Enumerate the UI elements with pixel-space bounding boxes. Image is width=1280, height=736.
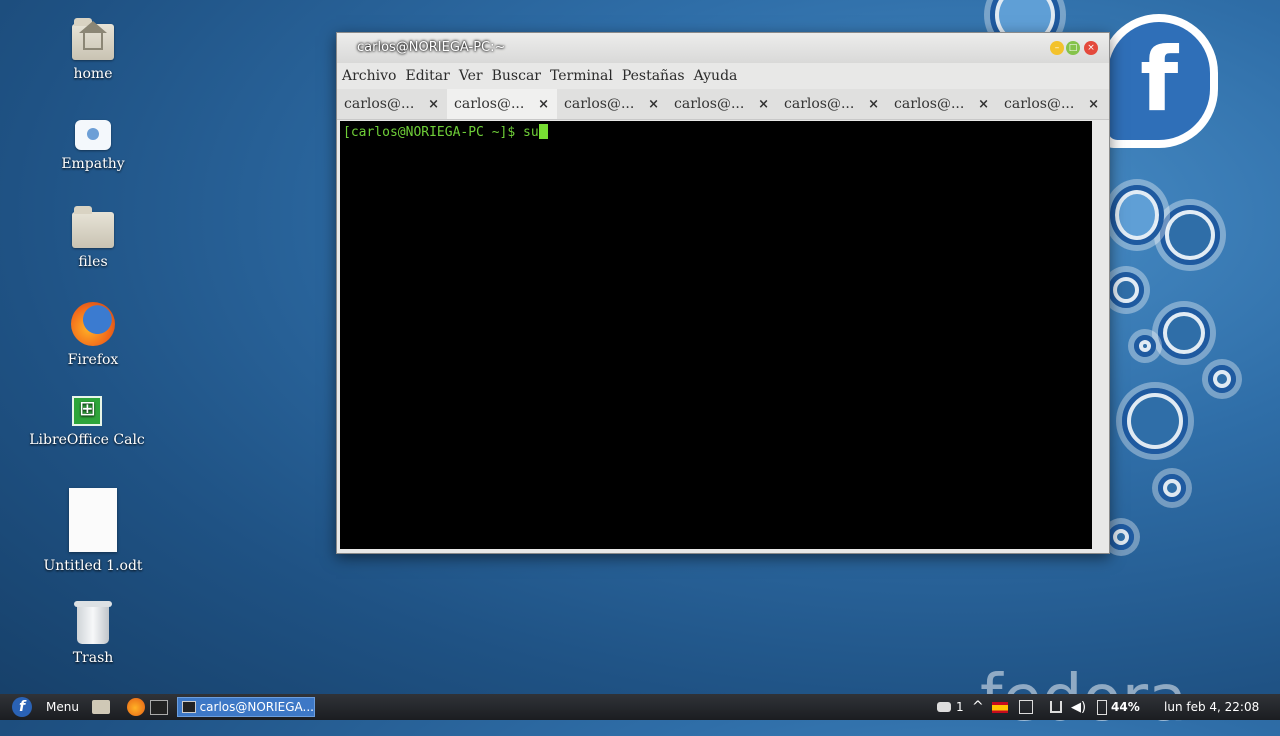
battery-level: 44% xyxy=(1111,700,1140,714)
chevron-up-icon[interactable]: ^ xyxy=(972,698,984,716)
wallpaper-ring xyxy=(1158,307,1210,359)
tab-5[interactable]: carlos@... × xyxy=(777,89,887,119)
tab-close-icon[interactable]: × xyxy=(428,97,439,112)
tab-close-icon[interactable]: × xyxy=(538,97,549,112)
wallpaper-ring xyxy=(1160,205,1220,265)
folder-icon xyxy=(72,206,114,248)
terminal-input: su xyxy=(523,125,539,140)
desktop-icon-label: Empathy xyxy=(61,156,125,172)
desktop-icon-label: Firefox xyxy=(67,352,119,368)
terminal-launcher-icon[interactable] xyxy=(150,697,168,717)
tab-3[interactable]: carlos@... × xyxy=(557,89,667,119)
keyboard-layout-flag-icon[interactable] xyxy=(992,698,1008,716)
desktop-icon-trash[interactable]: Trash xyxy=(28,601,158,666)
desktop-icon-libreoffice-calc[interactable]: LibreOffice Calc xyxy=(22,396,152,448)
desktop-icon-label: home xyxy=(73,66,113,82)
wallpaper-ring xyxy=(1108,524,1134,550)
tab-2[interactable]: carlos@... × xyxy=(447,89,557,119)
taskbar-window-button[interactable]: carlos@NORIEGA... xyxy=(177,697,315,717)
taskbar: f Menu carlos@NORIEGA... 1 ^ ◀) 44% lun … xyxy=(0,694,1280,720)
firefox-launcher-icon[interactable] xyxy=(127,697,145,717)
desktop-icon-label: Untitled 1.odt xyxy=(43,558,143,574)
menu-ver[interactable]: Ver xyxy=(459,68,483,84)
terminal-icon xyxy=(182,701,196,713)
menu-terminal[interactable]: Terminal xyxy=(550,68,613,84)
tab-6[interactable]: carlos@... × xyxy=(887,89,997,119)
document-icon xyxy=(69,488,117,552)
tab-close-icon[interactable]: × xyxy=(758,97,769,112)
tab-close-icon[interactable]: × xyxy=(648,97,659,112)
menu-editar[interactable]: Editar xyxy=(405,68,449,84)
minimize-button[interactable]: – xyxy=(1050,41,1064,55)
menu-button[interactable]: Menu xyxy=(46,697,79,717)
tab-close-icon[interactable]: × xyxy=(978,97,989,112)
trash-icon xyxy=(74,601,112,644)
desktop-icon-label: Trash xyxy=(72,650,114,666)
wallpaper-ring xyxy=(1122,388,1188,454)
terminal-line: [carlos@NORIEGA-PC ~]$ su xyxy=(343,124,548,140)
desktop-icon-label: LibreOffice Calc xyxy=(29,432,145,448)
wallpaper-ring xyxy=(1108,272,1144,308)
tab-close-icon[interactable]: × xyxy=(868,97,879,112)
tab-1[interactable]: carlos@... × xyxy=(337,89,447,119)
close-button[interactable]: × xyxy=(1084,41,1098,55)
tab-label: carlos@... xyxy=(344,96,415,112)
wallpaper-ring xyxy=(1134,335,1156,357)
home-folder-icon xyxy=(72,18,114,60)
terminal-window[interactable]: carlos@NORIEGA-PC:~ – □ × Archivo Editar… xyxy=(336,32,1110,554)
menu-archivo[interactable]: Archivo xyxy=(342,68,396,84)
menu-pestanas[interactable]: Pestañas xyxy=(622,68,685,84)
network-icon[interactable] xyxy=(1050,698,1062,716)
tab-7[interactable]: carlos@... × xyxy=(997,89,1107,119)
desktop-icon-label: files xyxy=(78,254,108,270)
window-title: carlos@NORIEGA-PC:~ xyxy=(357,40,506,55)
terminal-cursor xyxy=(538,124,548,139)
menubar: Archivo Editar Ver Buscar Terminal Pesta… xyxy=(337,63,1109,89)
wallpaper-ring xyxy=(1208,365,1236,393)
empathy-icon xyxy=(75,120,111,150)
terminal-prompt: [carlos@NORIEGA-PC ~]$ xyxy=(343,125,524,140)
task-label: carlos@NORIEGA... xyxy=(199,700,314,714)
firefox-icon xyxy=(71,302,115,346)
desktop-icon-untitled-odt[interactable]: Untitled 1.odt xyxy=(28,488,158,574)
fedora-logo-icon: f xyxy=(1100,14,1218,148)
clock[interactable]: lun feb 4, 22:08 xyxy=(1164,698,1259,716)
notification-count[interactable]: 1 xyxy=(956,698,964,716)
desktop-icon-files[interactable]: files xyxy=(28,206,158,270)
fedora-menu-icon[interactable]: f xyxy=(12,697,32,717)
tab-label: carlos@... xyxy=(674,96,745,112)
wallpaper-ring xyxy=(1110,185,1164,245)
tab-4[interactable]: carlos@... × xyxy=(667,89,777,119)
tab-label: carlos@... xyxy=(784,96,855,112)
terminal-area[interactable]: [carlos@NORIEGA-PC ~]$ su xyxy=(340,121,1092,549)
libreoffice-calc-icon xyxy=(72,396,102,426)
window-titlebar[interactable]: carlos@NORIEGA-PC:~ – □ × xyxy=(337,33,1109,63)
tab-label: carlos@... xyxy=(454,96,525,112)
file-manager-icon[interactable] xyxy=(92,697,110,717)
tab-bar: carlos@... × carlos@... × carlos@... × carl… xyxy=(337,89,1109,120)
terminal-scrollbar[interactable] xyxy=(1094,121,1106,549)
battery-icon[interactable] xyxy=(1097,698,1107,716)
volume-icon[interactable]: ◀) xyxy=(1071,698,1086,716)
tab-label: carlos@... xyxy=(894,96,965,112)
chat-icon[interactable] xyxy=(937,698,951,716)
wallpaper-ring xyxy=(1158,474,1186,502)
menu-ayuda[interactable]: Ayuda xyxy=(694,68,738,84)
tab-label: carlos@... xyxy=(564,96,635,112)
window-list-icon[interactable] xyxy=(1019,698,1033,716)
desktop-icon-empathy[interactable]: Empathy xyxy=(28,120,158,172)
tab-close-icon[interactable]: × xyxy=(1088,97,1099,112)
desktop-icon-home[interactable]: home xyxy=(28,18,158,82)
tab-label: carlos@... xyxy=(1004,96,1075,112)
menu-buscar[interactable]: Buscar xyxy=(492,68,541,84)
desktop-icon-firefox[interactable]: Firefox xyxy=(28,302,158,368)
maximize-button[interactable]: □ xyxy=(1066,41,1080,55)
